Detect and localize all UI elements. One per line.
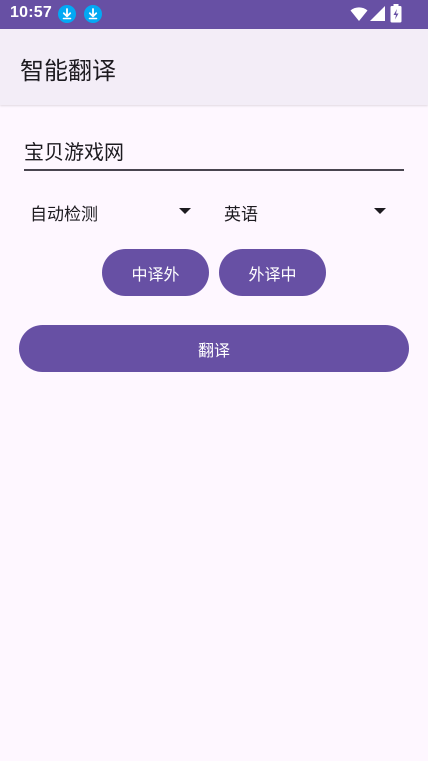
battery-charging-icon [390, 4, 402, 23]
dropdown-arrow-icon [179, 208, 191, 214]
zh-to-foreign-button[interactable]: 中译外 [102, 249, 209, 296]
signal-icon [370, 6, 385, 21]
target-language-label: 英语 [224, 205, 258, 225]
source-text-input[interactable] [24, 135, 404, 165]
source-text-field[interactable] [24, 133, 404, 171]
foreign-to-zh-button[interactable]: 外译中 [219, 249, 326, 296]
app-bar: 智能翻译 [0, 29, 428, 105]
download-icon [58, 5, 76, 23]
source-language-dropdown[interactable]: 自动检测 [30, 194, 198, 228]
download-icon [84, 5, 102, 23]
dropdown-arrow-icon [374, 208, 386, 214]
status-time: 10:57 [10, 4, 52, 21]
translate-button[interactable]: 翻译 [19, 325, 409, 372]
status-icons [328, 4, 418, 24]
source-language-label: 自动检测 [30, 205, 98, 225]
target-language-dropdown[interactable]: 英语 [224, 194, 394, 228]
page-title: 智能翻译 [20, 57, 116, 85]
wifi-icon [350, 7, 368, 21]
status-bar: 10:57 [0, 0, 428, 29]
